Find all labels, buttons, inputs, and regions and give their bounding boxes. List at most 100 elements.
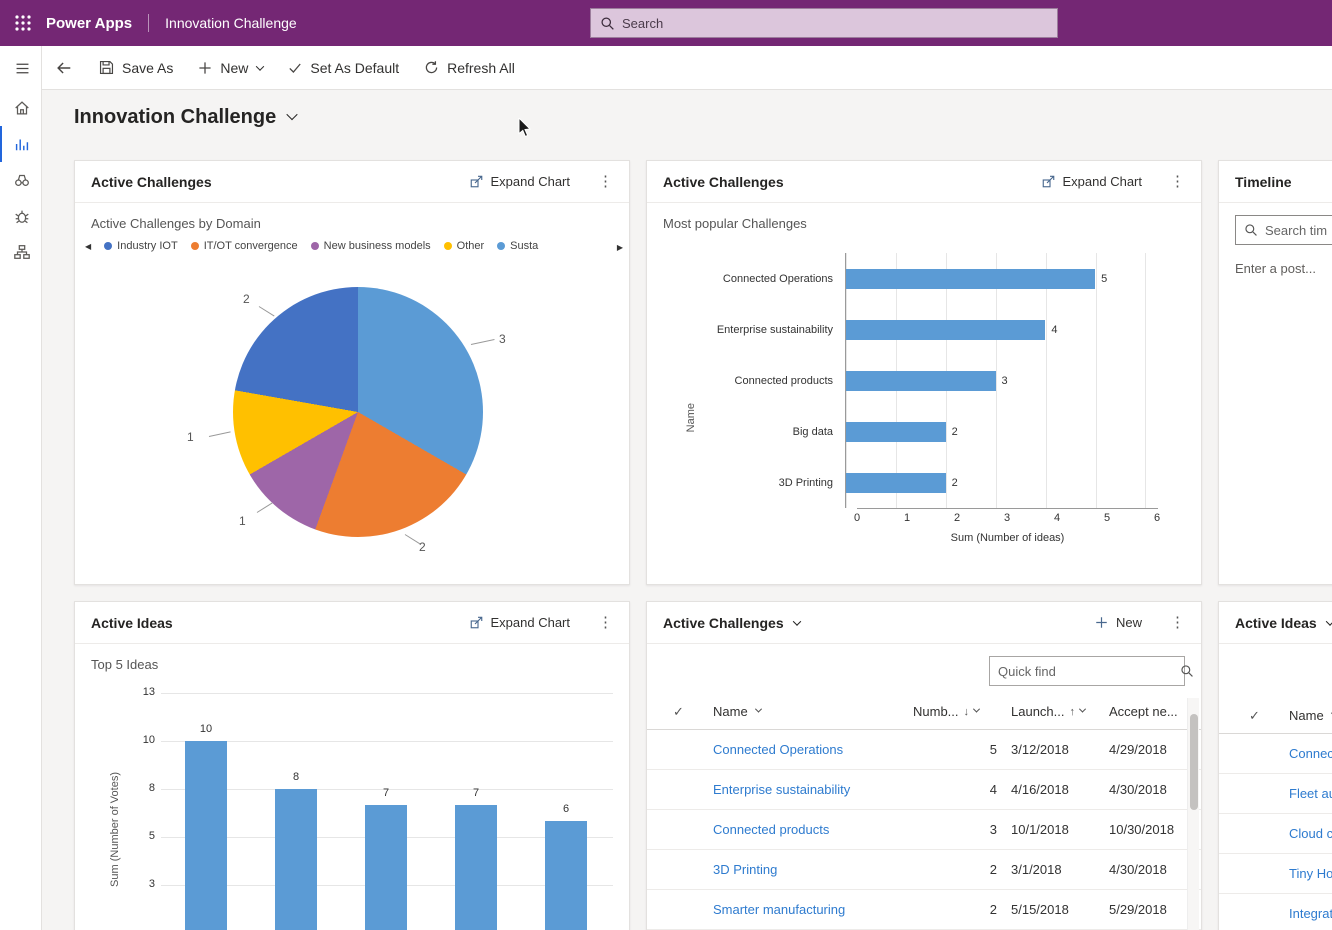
grid-row[interactable]: Connected Operations 5 3/12/2018 4/29/20… — [647, 730, 1201, 770]
more-commands-icon[interactable]: ⋮ — [598, 615, 613, 630]
quick-find-box[interactable] — [989, 656, 1185, 686]
timeline-search-box[interactable] — [1235, 215, 1332, 245]
dashboard-selector[interactable]: Innovation Challenge — [74, 106, 296, 129]
bar-value-label: 10 — [185, 723, 227, 735]
search-icon[interactable] — [1180, 664, 1194, 678]
column-header-launch[interactable]: Launch...↑ — [997, 704, 1097, 719]
column-header-accept[interactable]: Accept ne... — [1097, 704, 1201, 719]
bar-row: Enterprise sustainability 4 — [647, 304, 1201, 355]
record-link[interactable]: Fleet au — [1289, 786, 1332, 801]
grid-scrollbar[interactable] — [1187, 698, 1199, 930]
header-divider — [148, 14, 149, 32]
grid-row[interactable]: Smarter manufacturing 2 5/15/2018 5/29/2… — [647, 890, 1201, 930]
save-as-button[interactable]: Save As — [86, 46, 185, 90]
bar[interactable] — [455, 805, 497, 930]
grid-row[interactable]: Fleet au — [1219, 774, 1332, 814]
expand-chart-button[interactable]: Expand Chart — [1041, 174, 1143, 189]
grid-row[interactable]: Integrat — [1219, 894, 1332, 930]
bar-row: Connected products 3 — [647, 355, 1201, 406]
refresh-all-button[interactable]: Refresh All — [411, 46, 527, 90]
grid-row[interactable]: Connected products 3 10/1/2018 10/30/201… — [647, 810, 1201, 850]
cell-number: 5 — [913, 742, 997, 757]
grid-row[interactable]: Connect — [1219, 734, 1332, 774]
chevron-down-icon[interactable] — [755, 706, 762, 713]
pie-value-label: 3 — [499, 332, 506, 346]
grid-row[interactable]: Cloud c — [1219, 814, 1332, 854]
expand-chart-button[interactable]: Expand Chart — [469, 174, 571, 189]
bar[interactable] — [185, 741, 227, 930]
chart-legend: ◀ Industry IOT IT/OT convergence New bus… — [75, 231, 629, 252]
bar[interactable] — [846, 473, 946, 493]
bar[interactable] — [846, 269, 1095, 289]
record-link[interactable]: 3D Printing — [713, 862, 777, 877]
set-as-default-button[interactable]: Set As Default — [275, 46, 411, 90]
record-link[interactable]: Connected products — [713, 822, 829, 837]
legend-dot — [191, 242, 199, 250]
waffle-menu-icon[interactable] — [0, 0, 46, 46]
scrollbar-thumb[interactable] — [1190, 714, 1198, 810]
nav-advanced-find-icon[interactable] — [0, 162, 42, 198]
bar[interactable] — [275, 789, 317, 930]
grid-row[interactable]: 3D Printing 2 3/1/2018 4/30/2018 — [647, 850, 1201, 890]
new-record-button[interactable]: New — [1094, 615, 1142, 630]
record-link[interactable]: Connect — [1289, 746, 1332, 761]
record-link[interactable]: Cloud c — [1289, 826, 1332, 841]
y-tick-label: 5 — [125, 830, 155, 842]
chevron-down-icon[interactable] — [973, 706, 980, 713]
back-button[interactable] — [42, 46, 86, 90]
chevron-down-icon[interactable] — [287, 108, 298, 119]
record-link[interactable]: Connected Operations — [713, 742, 843, 757]
legend-next-icon[interactable]: ▶ — [617, 243, 623, 252]
header-search-input[interactable] — [622, 16, 1048, 31]
grid-row[interactable]: Enterprise sustainability 4 4/16/2018 4/… — [647, 770, 1201, 810]
nav-home-icon[interactable] — [0, 90, 42, 126]
view-selector[interactable]: Active Ideas — [1235, 615, 1332, 631]
bar-row: 3D Printing 2 — [647, 457, 1201, 508]
record-link[interactable]: Tiny Ho — [1289, 866, 1332, 881]
record-link[interactable]: Enterprise sustainability — [713, 782, 850, 797]
chevron-down-icon[interactable] — [1325, 617, 1332, 625]
chevron-down-icon[interactable] — [792, 617, 800, 625]
select-all-checkbox[interactable]: ✓ — [673, 704, 713, 720]
view-selector[interactable]: Active Challenges — [663, 615, 800, 631]
app-name[interactable]: Power Apps — [46, 15, 132, 32]
bar[interactable] — [846, 320, 1045, 340]
y-tick-label: 13 — [125, 686, 155, 698]
timeline-post-input[interactable]: Enter a post... — [1219, 245, 1332, 292]
timeline-search-input[interactable] — [1265, 223, 1332, 238]
bar[interactable] — [365, 805, 407, 930]
header-breadcrumb[interactable]: Innovation Challenge — [165, 15, 297, 31]
legend-prev-icon[interactable]: ◀ — [85, 242, 91, 251]
bar[interactable] — [545, 821, 587, 930]
chart-subtitle: Most popular Challenges — [647, 203, 1201, 231]
more-commands-icon[interactable]: ⋮ — [1170, 174, 1185, 189]
record-link[interactable]: Smarter manufacturing — [713, 902, 845, 917]
nav-dashboards-icon[interactable] — [0, 126, 42, 162]
cell-number: 4 — [913, 782, 997, 797]
more-commands-icon[interactable]: ⋮ — [598, 174, 613, 189]
nav-hamburger-icon[interactable] — [0, 46, 42, 90]
pie-chart[interactable] — [233, 287, 483, 537]
chevron-down-icon[interactable] — [1079, 706, 1086, 713]
new-button[interactable]: New — [185, 46, 275, 90]
bar[interactable] — [846, 422, 946, 442]
bar-row: Big data 2 — [647, 406, 1201, 457]
select-all-checkbox[interactable]: ✓ — [1249, 708, 1289, 724]
expand-chart-button[interactable]: Expand Chart — [469, 615, 571, 630]
header-search-box[interactable] — [590, 8, 1058, 38]
bar[interactable] — [846, 371, 996, 391]
y-axis-label: Name — [685, 403, 697, 432]
more-commands-icon[interactable]: ⋮ — [1170, 615, 1185, 630]
record-link[interactable]: Integrat — [1289, 906, 1332, 921]
column-header-name[interactable]: Name — [713, 704, 913, 719]
column-chart-area: 13 10 8 5 3 10 8 7 7 6 — [161, 693, 613, 930]
grid-row[interactable]: Tiny Ho — [1219, 854, 1332, 894]
bar-row: Connected Operations 5 — [647, 253, 1201, 304]
column-header-number[interactable]: Numb...↓ — [913, 704, 997, 719]
card-title: Active Challenges — [91, 174, 212, 190]
column-header-name[interactable]: Name — [1289, 708, 1332, 723]
quick-find-input[interactable] — [998, 664, 1174, 679]
nav-hierarchy-icon[interactable] — [0, 234, 42, 270]
chevron-down-icon[interactable] — [256, 62, 264, 70]
nav-bug-icon[interactable] — [0, 198, 42, 234]
